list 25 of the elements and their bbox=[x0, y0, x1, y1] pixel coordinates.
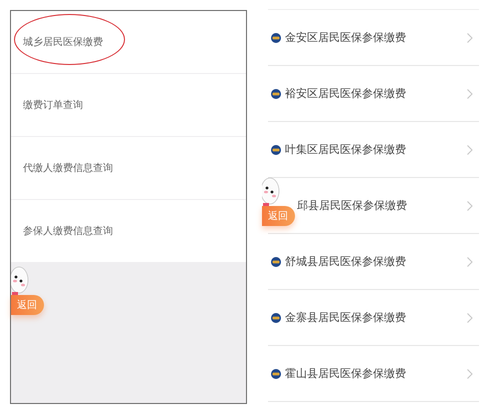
mascot-drawing bbox=[11, 266, 29, 298]
list-item[interactable]: 邱县居民医保参保缴费 bbox=[297, 198, 407, 213]
chevron-right-icon bbox=[467, 256, 473, 266]
logo-icon bbox=[271, 144, 281, 154]
chevron-right-icon bbox=[467, 312, 473, 322]
chevron-right-icon bbox=[467, 88, 473, 98]
chevron-right-icon bbox=[467, 200, 473, 210]
logo-icon bbox=[271, 312, 281, 322]
list-item[interactable]: 霍山县居民医保参保缴费 bbox=[285, 366, 406, 381]
list-item[interactable]: 舒城县居民医保参保缴费 bbox=[285, 254, 406, 269]
list-item[interactable]: 金寨县居民医保参保缴费 bbox=[285, 310, 406, 325]
list-item[interactable]: 裕安区居民医保参保缴费 bbox=[285, 86, 406, 101]
menu-item[interactable]: 代缴人缴费信息查询 bbox=[11, 137, 246, 199]
menu-item[interactable]: 缴费订单查询 bbox=[11, 74, 246, 136]
chevron-right-icon bbox=[467, 368, 473, 378]
chevron-right-icon bbox=[467, 32, 473, 42]
logo-icon bbox=[271, 256, 281, 266]
list-item[interactable]: 叶集区居民医保参保缴费 bbox=[285, 142, 406, 157]
list-item[interactable]: 金安区居民医保参保缴费 bbox=[285, 30, 406, 45]
chevron-right-icon bbox=[467, 144, 473, 154]
logo-icon bbox=[271, 88, 281, 98]
menu-item[interactable]: 城乡居民医保缴费 bbox=[11, 11, 246, 73]
logo-icon bbox=[271, 32, 281, 42]
logo-icon bbox=[271, 368, 281, 378]
menu-item[interactable]: 参保人缴费信息查询 bbox=[11, 200, 246, 262]
